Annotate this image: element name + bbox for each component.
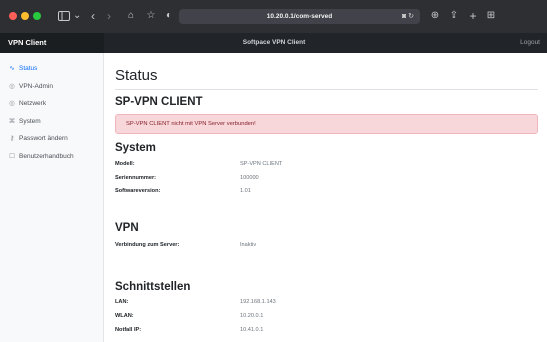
interfaces-value-wlan: 10.20.0.1 bbox=[240, 313, 264, 319]
system-value-seriennummer: 100000 bbox=[240, 175, 259, 181]
interfaces-value-lan: 192.168.1.143 bbox=[240, 299, 276, 305]
interfaces-label-notfall-ip: Notfall IP: bbox=[115, 327, 142, 333]
browser-toolbar: ⌄ ‹ › ⌂ ☆ ◐ 10.20.0.1/com-served ◙ ↻ ⊕ ⇪… bbox=[0, 0, 547, 33]
sidebar-item-system[interactable]: ⌘ System bbox=[8, 117, 41, 127]
logout-link[interactable]: Logout bbox=[520, 33, 540, 53]
app-navbar: VPN Client Softpace VPN Client Logout bbox=[0, 33, 547, 53]
shield-icon[interactable]: ◐ bbox=[163, 9, 175, 23]
sidebar-item-status[interactable]: ∿ Status bbox=[8, 64, 37, 74]
sidebar-item-label: VPN-Admin bbox=[19, 83, 53, 90]
star-icon[interactable]: ☆ bbox=[145, 9, 157, 23]
vpn-value-verbindung: Inaktiv bbox=[240, 242, 257, 248]
client-heading: SP-VPN CLIENT bbox=[115, 96, 203, 108]
share-icon[interactable]: ⇪ bbox=[448, 9, 460, 23]
interfaces-heading: Schnittstellen bbox=[115, 281, 191, 293]
sidebar-item-passwort[interactable]: ⚷ Passwort ändern bbox=[8, 134, 68, 144]
main-content: Status SP-VPN CLIENT SP-VPN CLIENT nicht… bbox=[104, 53, 547, 342]
connection-alert: SP-VPN CLIENT nicht mit VPN Server verbu… bbox=[115, 114, 538, 134]
interfaces-label-lan: LAN: bbox=[115, 299, 129, 305]
sidebar-item-label: System bbox=[19, 118, 41, 125]
book-icon: ☐ bbox=[9, 153, 15, 160]
divider bbox=[115, 89, 538, 90]
globe-icon: ◎ bbox=[9, 83, 15, 90]
chevron-down-icon[interactable]: ⌄ bbox=[73, 9, 81, 23]
minimize-window-button[interactable] bbox=[21, 12, 29, 20]
vpn-heading: VPN bbox=[115, 222, 139, 234]
new-tab-icon[interactable]: + bbox=[467, 9, 479, 23]
gear-icon: ⌘ bbox=[8, 118, 16, 125]
sidebar-item-benutzerhandbuch[interactable]: ☐ Benutzerhandbuch bbox=[8, 152, 74, 162]
address-bar[interactable]: 10.20.0.1/com-served ◙ ↻ bbox=[179, 9, 420, 24]
home-icon[interactable]: ⌂ bbox=[125, 9, 137, 23]
close-window-button[interactable] bbox=[9, 12, 17, 20]
pulse-icon: ∿ bbox=[9, 65, 15, 72]
back-button[interactable]: ‹ bbox=[88, 9, 98, 23]
page-title: Status bbox=[115, 67, 158, 84]
sidebar-item-vpn-admin[interactable]: ◎ VPN-Admin bbox=[8, 82, 53, 92]
browser-window: ⌄ ‹ › ⌂ ☆ ◐ 10.20.0.1/com-served ◙ ↻ ⊕ ⇪… bbox=[0, 0, 547, 342]
sidebar-toggle-icon[interactable] bbox=[57, 9, 71, 23]
network-icon: ◎ bbox=[9, 100, 15, 107]
navbar-title: Softpace VPN Client bbox=[242, 39, 306, 46]
brand-label[interactable]: VPN Client bbox=[0, 33, 104, 53]
sidebar-item-netzwerk[interactable]: ◎ Netzwerk bbox=[8, 99, 46, 109]
system-label-modell: Modell: bbox=[115, 161, 135, 167]
system-label-seriennummer: Seriennummer: bbox=[115, 175, 157, 181]
reload-icon[interactable]: ◙ ↻ bbox=[402, 9, 414, 24]
sidebar-item-label: Status bbox=[19, 65, 38, 72]
tab-overview-icon[interactable]: ⊞ bbox=[485, 9, 497, 23]
interfaces-value-notfall-ip: 10.41.0.1 bbox=[240, 327, 264, 333]
download-icon[interactable]: ⊕ bbox=[429, 9, 441, 23]
sidebar: ∿ Status ◎ VPN-Admin ◎ Netzwerk ⌘ System ⚷ Pa… bbox=[0, 53, 104, 342]
sidebar-item-label: Benutzerhandbuch bbox=[19, 153, 74, 160]
vpn-label-verbindung: Verbindung zum Server: bbox=[115, 242, 180, 248]
system-value-softwareversion: 1.01 bbox=[240, 188, 251, 194]
key-icon: ⚷ bbox=[9, 135, 15, 142]
forward-button[interactable]: › bbox=[104, 9, 114, 23]
system-heading: System bbox=[115, 142, 156, 154]
sidebar-item-label: Passwort ändern bbox=[19, 135, 68, 142]
url-text: 10.20.0.1/com-served bbox=[266, 13, 333, 20]
system-value-modell: SP-VPN CLIENT bbox=[240, 161, 283, 167]
system-label-softwareversion: Softwareversion: bbox=[115, 188, 161, 194]
interfaces-label-wlan: WLAN: bbox=[115, 313, 134, 319]
maximize-window-button[interactable] bbox=[33, 12, 41, 20]
sidebar-item-label: Netzwerk bbox=[19, 100, 47, 107]
